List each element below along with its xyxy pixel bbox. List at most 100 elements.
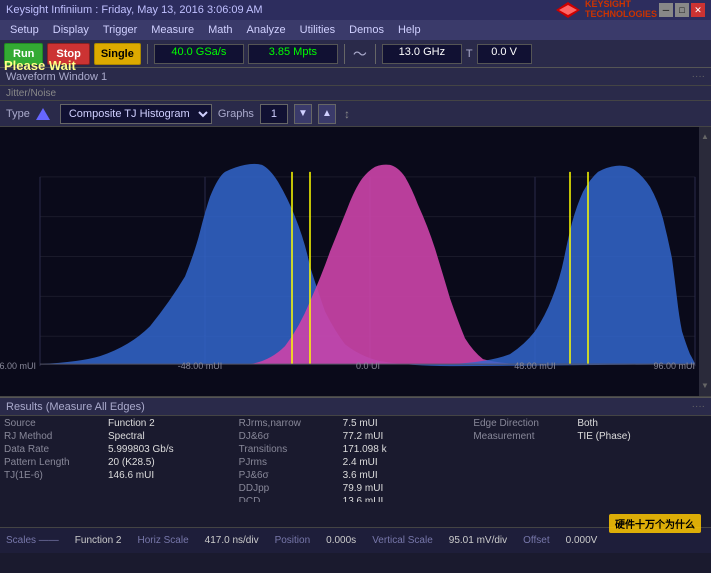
result-row-tj: TJ(1E-6) 146.6 mUI bbox=[4, 470, 238, 481]
close-button[interactable]: ✕ bbox=[691, 3, 705, 17]
result-val-ddjpp: 79.9 mUI bbox=[343, 483, 384, 494]
result-key-pj6s: PJ&6σ bbox=[239, 470, 339, 481]
result-row-pattern-length: Pattern Length 20 (K28.5) bbox=[4, 457, 238, 468]
result-key-transitions: Transitions bbox=[239, 444, 339, 455]
waveform-window-text: Waveform Window 1 bbox=[6, 71, 107, 83]
maximize-button[interactable]: □ bbox=[675, 3, 689, 17]
result-row-transitions: Transitions 171.098 k bbox=[239, 444, 473, 455]
offset-label: Offset bbox=[523, 535, 550, 546]
graphs-down-button[interactable]: ▼ bbox=[294, 104, 312, 124]
results-header: Results (Measure All Edges) ···· bbox=[0, 398, 711, 416]
result-key-dcd: DCD bbox=[239, 496, 339, 502]
result-key-rjrms: RJrms,narrow bbox=[239, 418, 339, 429]
voltage-field[interactable]: 0.0 V bbox=[477, 44, 532, 64]
menu-trigger[interactable]: Trigger bbox=[97, 22, 143, 38]
toolbar: Run Stop Single 40.0 GSa/s 3.85 Mpts 〜 1… bbox=[0, 40, 711, 68]
result-row-source: Source Function 2 bbox=[4, 418, 238, 429]
result-key-pattern-length: Pattern Length bbox=[4, 457, 104, 468]
type-select[interactable]: Composite TJ Histogram bbox=[60, 104, 212, 124]
graphs-up-button[interactable]: ▲ bbox=[318, 104, 336, 124]
offset-val: 0.000V bbox=[566, 535, 598, 546]
vert-scale-label: Vertical Scale bbox=[372, 535, 433, 546]
results-col-3-4: RJrms,narrow 7.5 mUI DJ&6σ 77.2 mUI Tran… bbox=[239, 418, 473, 502]
scale-bar: Scales —— Function 2 Horiz Scale 417.0 n… bbox=[0, 527, 711, 553]
keysight-logo-text: KEYSIGHT TECHNOLOGIES bbox=[585, 0, 657, 20]
svg-text:-48.00 mUI: -48.00 mUI bbox=[178, 361, 222, 371]
result-val-pj6s: 3.6 mUI bbox=[343, 470, 378, 481]
position-val: 0.000s bbox=[326, 535, 356, 546]
single-button[interactable]: Single bbox=[94, 43, 141, 65]
result-row-edge-dir: Edge Direction Both bbox=[473, 418, 707, 429]
stop-button[interactable]: Stop bbox=[47, 43, 89, 65]
histogram-triangle-icon bbox=[36, 108, 50, 120]
waveform-window-label: Waveform Window 1 ···· bbox=[0, 68, 711, 86]
result-key-tj: TJ(1E-6) bbox=[4, 470, 104, 481]
result-key-pjrms: PJrms bbox=[239, 457, 339, 468]
result-key-data-rate: Data Rate bbox=[4, 444, 104, 455]
scroll-dots: ···· bbox=[692, 71, 705, 82]
keysight-logo-mark bbox=[554, 0, 582, 20]
scale-ch-label: Function 2 bbox=[75, 535, 122, 546]
svg-text:0.0 UI: 0.0 UI bbox=[356, 361, 380, 371]
result-val-edge-dir: Both bbox=[577, 418, 598, 429]
result-row-data-rate: Data Rate 5.999803 Gb/s bbox=[4, 444, 238, 455]
minimize-button[interactable]: ─ bbox=[659, 3, 673, 17]
result-row-dcd: DCD 13.6 mUI bbox=[239, 496, 473, 502]
result-row-pj6s: PJ&6σ 3.6 mUI bbox=[239, 470, 473, 481]
result-val-transitions: 171.098 k bbox=[343, 444, 387, 455]
menu-math[interactable]: Math bbox=[202, 22, 238, 38]
svg-text:-96.00 mUI: -96.00 mUI bbox=[0, 361, 36, 371]
result-row-rjrms: RJrms,narrow 7.5 mUI bbox=[239, 418, 473, 429]
vert-scale-val: 95.01 mV/div bbox=[449, 535, 507, 546]
menu-demos[interactable]: Demos bbox=[343, 22, 390, 38]
menu-display[interactable]: Display bbox=[47, 22, 95, 38]
result-key-dj6s: DJ&6σ bbox=[239, 431, 339, 442]
result-key-measurement: Measurement bbox=[473, 431, 573, 442]
toolbar-separator-1 bbox=[147, 44, 148, 64]
svg-text:96.00 mUI: 96.00 mUI bbox=[654, 361, 695, 371]
result-row-rj-method: RJ Method Spectral bbox=[4, 431, 238, 442]
results-panel: Results (Measure All Edges) ···· Source … bbox=[0, 397, 711, 527]
result-key-ddjpp: DDJpp bbox=[239, 483, 339, 494]
menu-measure[interactable]: Measure bbox=[145, 22, 200, 38]
keysight-logo: KEYSIGHT TECHNOLOGIES bbox=[554, 0, 657, 20]
horiz-scale-val: 417.0 ns/div bbox=[205, 535, 259, 546]
result-row-pjrms: PJrms 2.4 mUI bbox=[239, 457, 473, 468]
chart-area: Composite Histogram TJ ○RJ PJ DDJ bbox=[0, 127, 711, 397]
result-val-measurement: TIE (Phase) bbox=[577, 431, 630, 442]
graphs-input[interactable]: 1 bbox=[260, 104, 288, 124]
type-bar: Type Composite TJ Histogram Graphs 1 ▼ ▲… bbox=[0, 101, 711, 127]
horiz-scale-label: Horiz Scale bbox=[138, 535, 189, 546]
jitter-text: Jitter/Noise bbox=[6, 88, 56, 99]
run-button[interactable]: Run bbox=[4, 43, 43, 65]
type-label: Type bbox=[6, 108, 30, 120]
results-col-1-2: Source Function 2 RJ Method Spectral Dat… bbox=[4, 418, 238, 502]
result-val-dj6s: 77.2 mUI bbox=[343, 431, 384, 442]
position-label: Position bbox=[275, 535, 311, 546]
app-title: Keysight Infiniium : Friday, May 13, 201… bbox=[6, 4, 263, 16]
jitter-noise-label: Jitter/Noise bbox=[0, 86, 711, 101]
result-val-pattern-length: 20 (K28.5) bbox=[108, 457, 155, 468]
freq-t-label: T bbox=[466, 48, 473, 60]
chart-svg: -96.00 mUI -48.00 mUI 0.0 UI 48.00 mUI 9… bbox=[0, 127, 711, 396]
result-val-rj-method: Spectral bbox=[108, 431, 145, 442]
result-val-data-rate: 5.999803 Gb/s bbox=[108, 444, 174, 455]
menu-utilities[interactable]: Utilities bbox=[294, 22, 341, 38]
mem-depth-field[interactable]: 3.85 Mpts bbox=[248, 44, 338, 64]
result-key-edge-dir: Edge Direction bbox=[473, 418, 573, 429]
menu-setup[interactable]: Setup bbox=[4, 22, 45, 38]
menu-help[interactable]: Help bbox=[392, 22, 427, 38]
result-val-source: Function 2 bbox=[108, 418, 155, 429]
toolbar-separator-2 bbox=[344, 44, 345, 64]
result-val-tj: 146.6 mUI bbox=[108, 470, 154, 481]
watermark: 硬件十万个为什么 bbox=[609, 514, 701, 533]
frequency-field[interactable]: 13.0 GHz bbox=[382, 44, 462, 64]
results-table: Source Function 2 RJ Method Spectral Dat… bbox=[0, 416, 711, 502]
menu-analyze[interactable]: Analyze bbox=[241, 22, 292, 38]
results-header-text: Results (Measure All Edges) bbox=[6, 401, 145, 413]
result-row-dj6s: DJ&6σ 77.2 mUI bbox=[239, 431, 473, 442]
results-scroll-dots: ···· bbox=[692, 401, 705, 412]
result-key-rj-method: RJ Method bbox=[4, 431, 104, 442]
results-col-5: Edge Direction Both Measurement TIE (Pha… bbox=[473, 418, 707, 502]
sample-rate-field[interactable]: 40.0 GSa/s bbox=[154, 44, 244, 64]
